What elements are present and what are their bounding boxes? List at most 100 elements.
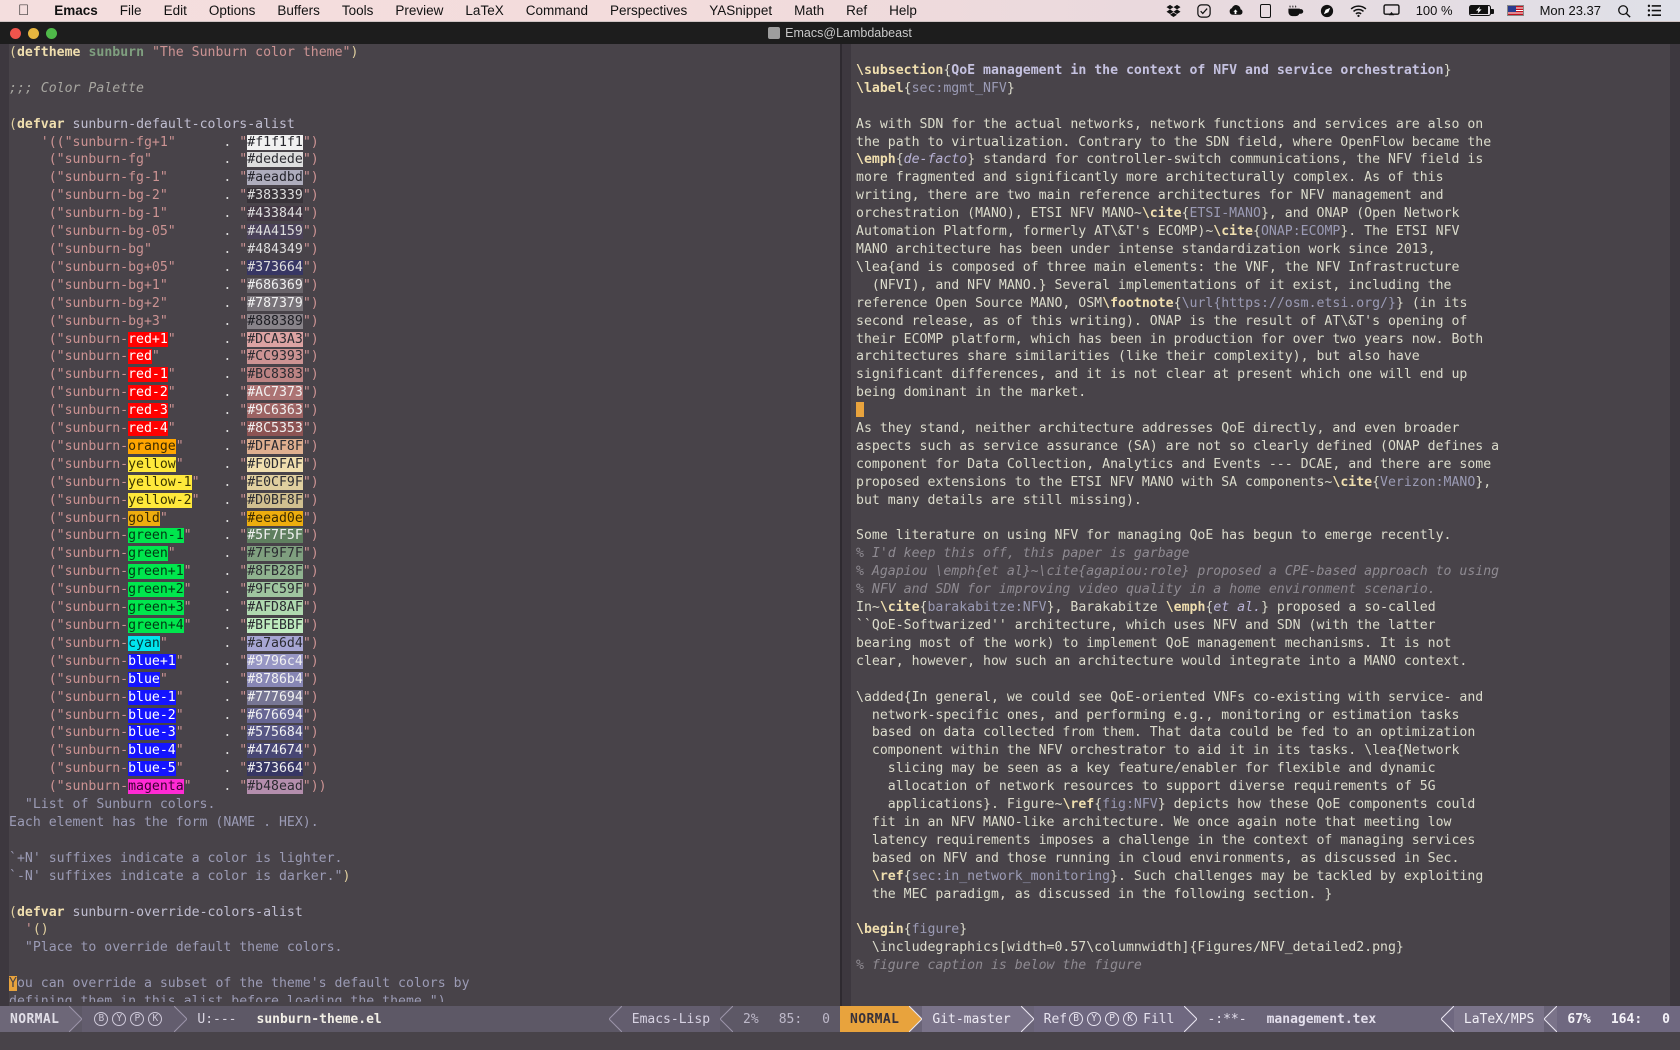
latex-line: (NFVI), and NFV MANO.} Several implement… [856,277,1452,293]
checkmark-circle-icon[interactable] [1189,3,1219,18]
modeline-left-filename: sunburn-theme.el [246,1006,392,1032]
buffer-text-sunburn-theme[interactable]: (deftheme sunburn "The Sunburn color the… [9,44,831,1006]
modeline-right-sep-5 [1544,1006,1558,1032]
minimize-button[interactable] [28,27,39,39]
modeline-left-sep-3 [608,1006,622,1032]
latex-line [856,98,1671,116]
left-fringe-right-pane [842,44,851,1006]
modeline-right-sep-3 [1184,1006,1198,1032]
emacs-window-icon [768,27,781,39]
location-arrow-icon[interactable] [1312,4,1342,18]
latex-line: significant differences, and it is not c… [856,367,1468,383]
control-center-icon[interactable] [1639,4,1670,17]
scrollbar[interactable] [1670,44,1680,1006]
modeline-left-filler [391,1006,609,1032]
modeline-right-sep-4 [1440,1006,1454,1032]
elisp-line: `-N' suffixes indicate a color is darker… [9,868,351,884]
menu-item-buffers[interactable]: Buffers [266,3,331,18]
elisp-line: ("sunburn-blue-3" . "#575684") [9,725,319,741]
badge-p-icon: P [1105,1012,1120,1026]
menu-item-command[interactable]: Command [515,3,599,18]
elisp-line [9,886,831,904]
modeline-right-vc[interactable]: Git-master [922,1006,1021,1032]
cloud-upload-icon[interactable] [1219,4,1252,17]
latex-line: Some literature on using NFV for managin… [856,528,1452,544]
elisp-line: ("sunburn-green+4" . "#BFEBBF") [9,618,319,633]
elisp-line: ("sunburn-blue-4" . "#474674") [9,743,319,759]
latex-line: writing, there are two main reference ar… [856,188,1444,204]
apple-menu-icon[interactable]:  [0,3,43,18]
badge-b-icon: B [94,1012,109,1026]
elisp-line: ("sunburn-blue-1" . "#777694") [9,689,319,705]
modeline-right-filler [1386,1006,1441,1032]
latex-line [856,402,1671,420]
elisp-line: ;;; Color Palette [9,80,144,96]
elisp-line: ("sunburn-red" . "#CC9393") [9,349,319,365]
menu-item-emacs[interactable]: Emacs [43,3,109,18]
badge-k-icon: K [148,1012,163,1026]
battery-percent-label: 100 % [1415,3,1453,18]
buffer-window-management-tex[interactable]: \subsection{QoE management in the contex… [842,44,1680,1006]
elisp-line: ("sunburn-blue-2" . "#676694") [9,707,319,723]
latex-line: orchestration (MANO), ETSI NFV MANO~\cit… [856,206,1460,222]
elisp-line: ("sunburn-fg-1" . "#aeadbd") [9,170,319,186]
menu-item-latex[interactable]: LaTeX [454,3,514,18]
menu-item-yasnippet[interactable]: YASnippet [698,3,783,18]
close-button[interactable] [10,27,21,39]
modeline-left-evil-state: NORMAL [0,1006,70,1032]
elisp-line: '(("sunburn-fg+1" . "#f1f1f1") [9,134,319,150]
search-icon[interactable] [1609,4,1639,18]
elisp-line: ("sunburn-magenta" . "#b48ead")) [9,779,327,795]
latex-line: latency requirements imposes a challenge… [856,832,1476,848]
latex-line: the MEC paradigm, as discussed in the fo… [856,886,1333,902]
elisp-line: ("sunburn-blue" . "#8786b4") [9,671,319,687]
modeline-right: NORMAL Git-master Ref B Y P K Fill -:**-… [840,1006,1680,1032]
battery-charging-icon[interactable] [1461,5,1499,16]
elisp-line: ("sunburn-blue+1" . "#9796c4") [9,653,319,669]
elisp-line: ("sunburn-bg-05" . "#4A4159") [9,224,319,240]
menu-item-tools[interactable]: Tools [331,3,385,18]
menu-item-options[interactable]: Options [198,3,267,18]
elisp-line: ("sunburn-red+1" . "#DCA3A3") [9,331,319,347]
modeline-right-flags: -:**- [1197,1006,1257,1032]
modeline-right-sep-1 [909,1006,923,1032]
modeline-left-badges: B Y P K [82,1006,175,1032]
modeline-left: NORMAL B Y P K U:--- sunburn-theme.el Em… [0,1006,840,1032]
elisp-line: ("sunburn-bg+2" . "#787379") [9,295,319,311]
modeline-left-line: 85: [768,1006,813,1032]
menu-item-ref[interactable]: Ref [835,3,878,18]
menu-item-math[interactable]: Math [783,3,835,18]
wifi-icon[interactable] [1342,4,1375,17]
elisp-line: '() [24,922,49,938]
menu-item-file[interactable]: File [109,3,153,18]
latex-line: based on NFV and those running in cloud … [856,850,1460,866]
elisp-line [9,957,831,975]
coffee-cup-icon[interactable] [1279,4,1312,17]
badge-b-icon: B [1069,1012,1084,1026]
dropbox-icon[interactable] [1158,4,1189,18]
clock-label[interactable]: Mon 23.37 [1532,3,1609,18]
menu-item-edit[interactable]: Edit [153,3,198,18]
menu-item-perspectives[interactable]: Perspectives [599,3,698,18]
elisp-line: ("sunburn-green" . "#7F9F7F") [9,546,319,562]
menu-item-help[interactable]: Help [878,3,928,18]
modeline-right-line: 164: [1600,1006,1653,1032]
buffer-window-sunburn-theme[interactable]: (deftheme sunburn "The Sunburn color the… [0,44,840,1006]
latex-line: being dominant in the market. [856,385,1087,401]
us-flag-icon[interactable] [1499,5,1532,16]
elisp-line [9,62,831,80]
echo-area[interactable] [0,1032,1680,1050]
latex-line: based on data collected from them. That … [856,725,1476,741]
elisp-line: You can override a subset of the theme's… [9,976,470,992]
elisp-line: Each element has the form (NAME . HEX). [9,814,319,830]
airplay-icon[interactable] [1375,4,1408,17]
window-title: Emacs@Lambdabeast [785,26,912,40]
buffer-text-management-tex[interactable]: \subsection{QoE management in the contex… [856,44,1671,1006]
latex-line: \subsection{QoE management in the contex… [856,62,1452,78]
modeline-right-fill-label: Fill [1143,1011,1175,1027]
latex-line: \lea{and is composed of three main eleme… [856,259,1460,275]
rectangle-icon[interactable] [1252,3,1279,18]
menu-item-preview[interactable]: Preview [384,3,454,18]
modeline-left-percent: 2% [733,1006,769,1032]
zoom-button[interactable] [46,27,57,39]
